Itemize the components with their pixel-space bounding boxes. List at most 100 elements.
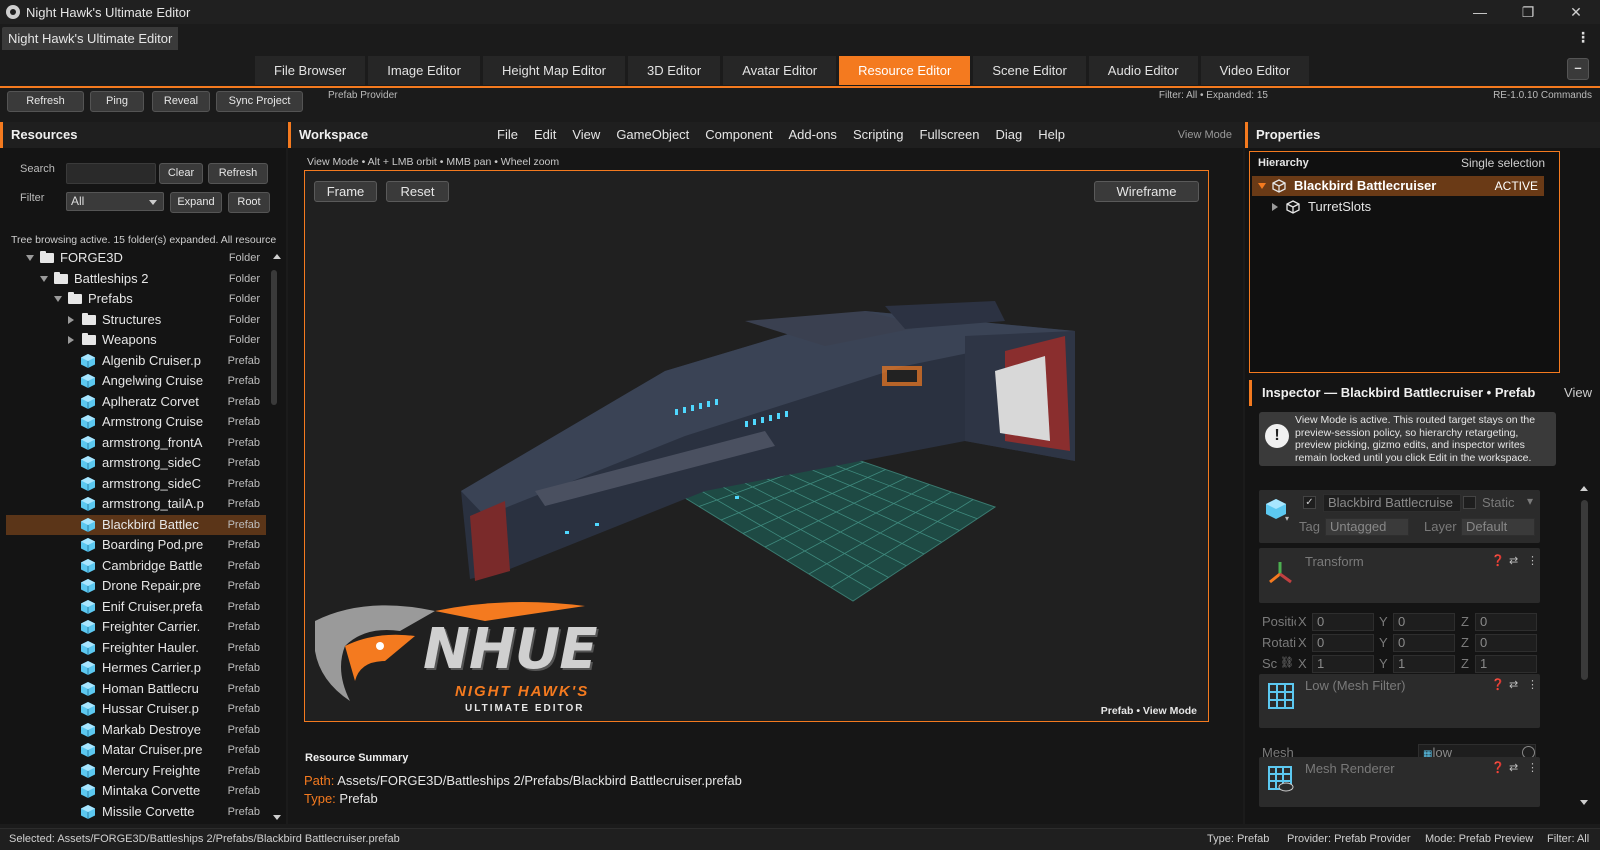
help-icon[interactable]: ❓	[1491, 554, 1505, 567]
prefab-dropdown-icon[interactable]: ▾	[1285, 514, 1289, 523]
tab-3d-editor[interactable]: 3D Editor	[628, 56, 721, 85]
tree-prefab-row[interactable]: Hussar Cruiser.p Prefab	[6, 699, 266, 720]
refresh-resources-button[interactable]: Refresh	[208, 163, 268, 184]
scale-x-field[interactable]: 1	[1312, 655, 1374, 673]
layer-select[interactable]: Default	[1461, 518, 1535, 536]
kebab-menu-icon[interactable]: ⋮	[1576, 29, 1590, 46]
viewport-3d[interactable]: Frame Reset Wireframe NHUE NIGHT HAWK'S …	[304, 170, 1209, 722]
hierarchy-row[interactable]: TurretSlots	[1252, 197, 1544, 217]
preset-icon[interactable]: ⇄	[1509, 554, 1518, 567]
position-x-field[interactable]: 0	[1312, 613, 1374, 631]
tree-folder-row[interactable]: Weapons Folder	[6, 330, 266, 351]
menu-gameobject[interactable]: GameObject	[616, 122, 689, 148]
mesh-filter-help-icon[interactable]: ❓	[1491, 678, 1505, 691]
inspector-scroll-up-icon[interactable]	[1580, 486, 1588, 491]
inspector-view-button[interactable]: View	[1564, 380, 1592, 406]
menu-help[interactable]: Help	[1038, 122, 1065, 148]
collapse-button[interactable]: –	[1567, 58, 1589, 80]
tree-prefab-row[interactable]: Cambridge Battle Prefab	[6, 556, 266, 577]
expanded-arrow-icon[interactable]	[54, 296, 62, 302]
inspector-scrollbar[interactable]	[1581, 500, 1588, 680]
tree-prefab-row[interactable]: Freighter Hauler. Prefab	[6, 638, 266, 659]
tree-prefab-row[interactable]: Missile Corvette Prefab	[6, 802, 266, 823]
clear-button[interactable]: Clear	[159, 163, 203, 184]
mesh-filter-preset-icon[interactable]: ⇄	[1509, 678, 1518, 691]
tree-prefab-row[interactable]: armstrong_frontA Prefab	[6, 433, 266, 454]
expanded-arrow-icon[interactable]	[40, 275, 48, 282]
scale-z-field[interactable]: 1	[1475, 655, 1537, 673]
rotation-z-field[interactable]: 0	[1475, 634, 1537, 652]
app-tab[interactable]: Night Hawk's Ultimate Editor	[2, 27, 179, 50]
menu-view[interactable]: View	[572, 122, 600, 148]
collapsed-arrow-icon[interactable]	[1272, 203, 1278, 211]
tab-avatar-editor[interactable]: Avatar Editor	[723, 56, 837, 85]
menu-component[interactable]: Component	[705, 122, 772, 148]
search-input[interactable]	[66, 163, 156, 184]
mesh-renderer-preset-icon[interactable]: ⇄	[1509, 761, 1518, 774]
tree-prefab-row[interactable]: armstrong_sideC Prefab	[6, 453, 266, 474]
scale-link-icon[interactable]: ⛓	[1280, 656, 1294, 669]
tag-select[interactable]: Untagged	[1325, 518, 1409, 536]
ping-button[interactable]: Ping	[90, 91, 144, 112]
filter-select[interactable]: All	[66, 192, 164, 211]
mesh-filter-menu-icon[interactable]: ⋮	[1527, 678, 1538, 691]
tree-scrollbar[interactable]	[271, 270, 277, 405]
tab-height-map-editor[interactable]: Height Map Editor	[482, 56, 626, 85]
expand-button[interactable]: Expand	[170, 192, 222, 213]
minimize-button[interactable]: —	[1456, 0, 1504, 24]
close-button[interactable]: ✕	[1552, 0, 1600, 24]
collapsed-arrow-icon[interactable]	[68, 336, 74, 344]
mesh-renderer-help-icon[interactable]: ❓	[1491, 761, 1505, 774]
expanded-arrow-icon[interactable]	[26, 255, 34, 261]
tree-prefab-row[interactable]: armstrong_tailA.p Prefab	[6, 494, 266, 515]
tree-folder-row[interactable]: Structures Folder	[6, 310, 266, 331]
tab-resource-editor[interactable]: Resource Editor	[839, 56, 971, 85]
tab-video-editor[interactable]: Video Editor	[1200, 56, 1310, 85]
tree-prefab-row[interactable]: Enif Cruiser.prefa Prefab	[6, 597, 266, 618]
sync-project-button[interactable]: Sync Project	[216, 91, 303, 112]
menu-file[interactable]: File	[497, 122, 518, 148]
rotation-x-field[interactable]: 0	[1312, 634, 1374, 652]
menu-scripting[interactable]: Scripting	[853, 122, 904, 148]
position-z-field[interactable]: 0	[1475, 613, 1537, 631]
tree-prefab-row[interactable]: Homan Battlecru Prefab	[6, 679, 266, 700]
component-menu-icon[interactable]: ⋮	[1527, 554, 1538, 567]
tree-prefab-row[interactable]: Algenib Cruiser.p Prefab	[6, 351, 266, 372]
tree-prefab-row[interactable]: Hermes Carrier.p Prefab	[6, 658, 266, 679]
scale-y-field[interactable]: 1	[1393, 655, 1455, 673]
tree-prefab-row[interactable]: Drone Repair.pre Prefab	[6, 576, 266, 597]
menu-edit[interactable]: Edit	[534, 122, 556, 148]
restore-button[interactable]: ❐	[1504, 0, 1552, 24]
tree-prefab-row[interactable]: Mintaka Corvette Prefab	[6, 781, 266, 802]
tree-prefab-row[interactable]: Aplheratz Corvet Prefab	[6, 392, 266, 413]
expanded-arrow-icon[interactable]	[1258, 183, 1266, 189]
tree-folder-row[interactable]: Battleships 2 Folder	[6, 269, 266, 290]
tab-audio-editor[interactable]: Audio Editor	[1088, 56, 1198, 85]
mesh-renderer-menu-icon[interactable]: ⋮	[1527, 761, 1538, 774]
refresh-button[interactable]: Refresh	[7, 91, 84, 112]
tab-file-browser[interactable]: File Browser	[255, 56, 366, 85]
static-dropdown-icon[interactable]: ▾	[1527, 494, 1533, 508]
inspector-scroll-down-icon[interactable]	[1580, 800, 1588, 805]
tree-prefab-row[interactable]: Mercury Freighte Prefab	[6, 761, 266, 782]
tree-scroll-up-icon[interactable]	[273, 254, 281, 259]
tree-prefab-row[interactable]: Markab Destroye Prefab	[6, 720, 266, 741]
tree-folder-row[interactable]: Prefabs Folder	[6, 289, 266, 310]
tree-prefab-row[interactable]: armstrong_sideC Prefab	[6, 474, 266, 495]
tree-prefab-row[interactable]: Matar Cruiser.pre Prefab	[6, 740, 266, 761]
hierarchy-row[interactable]: Blackbird Battlecruiser ACTIVE	[1252, 176, 1544, 196]
menu-fullscreen[interactable]: Fullscreen	[920, 122, 980, 148]
commands-link[interactable]: RE-1.0.10 Commands	[1493, 90, 1592, 101]
tree-prefab-row[interactable]: Angelwing Cruise Prefab	[6, 371, 266, 392]
tree-folder-row[interactable]: FORGE3D Folder	[6, 248, 266, 269]
reveal-button[interactable]: Reveal	[152, 91, 210, 112]
tree-scroll-down-icon[interactable]	[273, 815, 281, 820]
tab-scene-editor[interactable]: Scene Editor	[973, 56, 1086, 85]
tree-prefab-row[interactable]: Boarding Pod.pre Prefab	[6, 535, 266, 556]
rotation-y-field[interactable]: 0	[1393, 634, 1455, 652]
active-checkbox[interactable]: ✓	[1303, 496, 1316, 509]
collapsed-arrow-icon[interactable]	[68, 315, 74, 324]
object-name-field[interactable]: Blackbird Battlecruise	[1323, 494, 1461, 512]
static-checkbox[interactable]	[1463, 496, 1476, 509]
tab-image-editor[interactable]: Image Editor	[368, 56, 480, 85]
